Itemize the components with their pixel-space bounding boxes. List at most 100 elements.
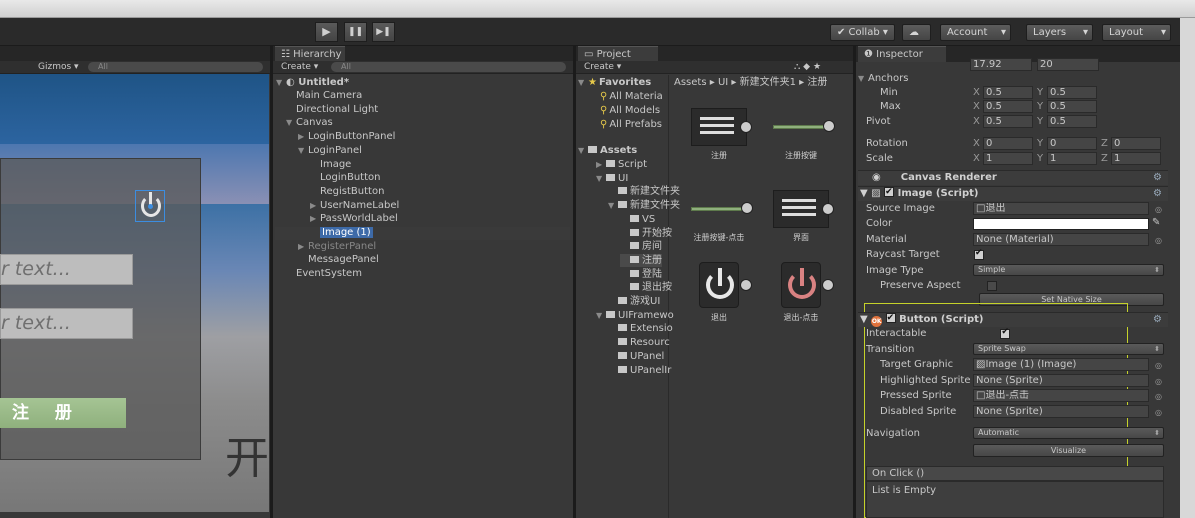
tab-inspector[interactable]: ❶ Inspector <box>858 46 946 62</box>
hierarchy-item[interactable]: Directional Light <box>286 103 378 116</box>
pivot-y-field[interactable]: 0.5 <box>1047 115 1097 128</box>
object-picker-icon[interactable]: ◎ <box>1155 408 1162 417</box>
chevron-right-icon[interactable]: ▶ <box>310 212 320 225</box>
favorite-item[interactable]: ⚲ All Prefabs <box>600 118 662 131</box>
pos-field-top-2[interactable]: 20 <box>1037 58 1099 71</box>
asset-item[interactable]: 注册按键 <box>766 108 836 161</box>
gear-icon[interactable]: ⚙ <box>1153 171 1162 185</box>
chevron-right-icon[interactable]: ▶ <box>298 130 308 143</box>
hierarchy-create-button[interactable]: Create ▾ <box>281 61 318 74</box>
hierarchy-item[interactable]: ▼ Canvas <box>286 116 333 129</box>
project-folder[interactable]: 退出按 <box>620 281 672 294</box>
step-button[interactable]: ▶❚ <box>372 22 395 42</box>
asset-item[interactable]: 界面 <box>766 190 836 243</box>
rot-x-field[interactable]: 0 <box>983 137 1033 150</box>
min-x-field[interactable]: 0.5 <box>983 86 1033 99</box>
chevron-right-icon[interactable]: ▶ <box>298 240 308 253</box>
hierarchy-item[interactable]: LoginButton <box>310 171 380 184</box>
hierarchy-search-input[interactable]: All <box>331 62 566 72</box>
image-type-dropdown[interactable]: Simple <box>973 264 1164 276</box>
hierarchy-item[interactable]: Image (1) <box>310 226 373 239</box>
project-folder[interactable]: UPanel <box>608 350 664 363</box>
gizmos-button[interactable]: Gizmos ▾ <box>38 61 79 74</box>
object-picker-icon[interactable]: ◎ <box>1155 361 1162 370</box>
layout-dropdown[interactable]: Layout ▾ <box>1102 24 1171 41</box>
chevron-down-icon[interactable]: ▼ <box>596 309 606 322</box>
asset-item[interactable]: 退出-点击 <box>766 262 836 323</box>
scene-search-input[interactable]: All <box>88 62 263 72</box>
breadcrumb-item[interactable]: UI <box>718 77 728 88</box>
asset-item[interactable]: 注册 <box>684 108 754 161</box>
tab-hierarchy[interactable]: ☷ Hierarchy <box>275 46 345 62</box>
material-field[interactable]: None (Material) <box>973 233 1149 246</box>
disabled-field[interactable]: None (Sprite) <box>973 405 1149 418</box>
pivot-handle[interactable] <box>148 204 153 209</box>
breadcrumb-item[interactable]: 注册 <box>807 77 827 88</box>
scale-y-field[interactable]: 1 <box>1047 152 1097 165</box>
gear-icon[interactable]: ⚙ <box>1153 187 1162 201</box>
anchors-foldout[interactable]: ▼ Anchors <box>858 72 908 85</box>
account-dropdown[interactable]: Account ▾ <box>940 24 1011 41</box>
project-folder[interactable]: 注册 <box>620 253 662 267</box>
chevron-down-icon[interactable]: ▼ <box>286 116 296 129</box>
chevron-right-icon[interactable]: ▶ <box>310 199 320 212</box>
gear-icon[interactable]: ⚙ <box>1153 313 1162 327</box>
image-enabled-checkbox[interactable] <box>884 185 895 199</box>
highlighted-field[interactable]: None (Sprite) <box>973 374 1149 387</box>
hierarchy-item[interactable]: MessagePanel <box>298 253 379 266</box>
project-folder[interactable]: ▼ UI <box>596 172 628 185</box>
interactable-checkbox[interactable] <box>1000 327 1011 339</box>
project-folder[interactable]: Extensio <box>608 322 673 335</box>
hierarchy-item[interactable]: RegistButton <box>310 185 384 198</box>
hierarchy-item[interactable]: ▶ UserNameLabel <box>310 199 399 212</box>
project-folder[interactable]: Resourc <box>608 336 670 349</box>
chevron-right-icon[interactable]: ▶ <box>596 158 606 171</box>
preserve-checkbox[interactable] <box>987 281 998 291</box>
canvas-renderer-header[interactable]: ◉ Canvas Renderer ⚙ <box>858 170 1168 185</box>
scale-x-field[interactable]: 1 <box>983 152 1033 165</box>
hierarchy-item[interactable]: ▶ RegisterPanel <box>298 240 376 253</box>
chevron-down-icon[interactable]: ▼ <box>298 144 308 157</box>
favorites-header[interactable]: ▼ ★ Favorites <box>578 76 651 89</box>
pivot-x-field[interactable]: 0.5 <box>983 115 1033 128</box>
project-folder[interactable]: ▼ 新建文件夹 <box>608 199 680 212</box>
asset-item[interactable]: 退出 <box>684 262 754 323</box>
pressed-field[interactable]: □退出-点击 <box>973 389 1149 402</box>
project-folder[interactable]: 游戏UI <box>608 295 660 308</box>
pos-field-top[interactable]: 17.92 <box>970 58 1032 71</box>
transition-dropdown[interactable]: Sprite Swap <box>973 343 1164 355</box>
pause-button[interactable]: ❚❚ <box>344 22 367 42</box>
chevron-down-icon[interactable]: ▼ <box>608 199 618 212</box>
play-button[interactable]: ▶ <box>315 22 338 42</box>
project-folder[interactable]: ▶ Script <box>596 158 647 171</box>
image-selection-rect[interactable] <box>135 190 165 222</box>
cloud-button[interactable]: ☁ <box>902 24 931 41</box>
project-folder[interactable]: 新建文件夹 <box>608 185 680 198</box>
scene-root[interactable]: ▼ ◐ Untitled* <box>276 76 349 89</box>
max-y-field[interactable]: 0.5 <box>1047 100 1097 113</box>
hierarchy-item[interactable]: Main Camera <box>286 89 362 102</box>
visualize-button[interactable]: Visualize <box>973 444 1164 457</box>
max-x-field[interactable]: 0.5 <box>983 100 1033 113</box>
hierarchy-item[interactable]: ▼ LoginPanel <box>298 144 362 157</box>
chevron-down-icon[interactable]: ▼ <box>596 172 606 185</box>
navigation-dropdown[interactable]: Automatic <box>973 427 1164 439</box>
project-folder[interactable]: ▼ UIFramewo <box>596 309 674 322</box>
project-folder[interactable]: 登陆 <box>620 268 662 281</box>
object-picker-icon[interactable]: ◎ <box>1155 392 1162 401</box>
object-picker-icon[interactable]: ◎ <box>1155 236 1162 245</box>
hierarchy-item[interactable]: EventSystem <box>286 267 362 280</box>
breadcrumb-item[interactable]: Assets <box>674 77 707 88</box>
project-folder[interactable]: VS <box>620 213 655 226</box>
image-script-header[interactable]: ▼ ▨ Image (Script) ⚙ <box>858 185 1168 201</box>
color-swatch[interactable] <box>973 218 1149 230</box>
favorite-item[interactable]: ⚲ All Materia <box>600 90 663 103</box>
breadcrumb-item[interactable]: 新建文件夹1 <box>740 77 796 88</box>
eyedropper-icon[interactable]: ✎ <box>1152 216 1160 229</box>
project-create-button[interactable]: Create ▾ <box>584 61 621 74</box>
asset-item[interactable]: 注册按键-点击 <box>684 190 754 243</box>
project-folder[interactable]: 开始按 <box>620 227 672 240</box>
layers-dropdown[interactable]: Layers ▾ <box>1026 24 1093 41</box>
project-folder[interactable]: UPanelIr <box>608 364 671 377</box>
object-picker-icon[interactable]: ◎ <box>1155 377 1162 386</box>
